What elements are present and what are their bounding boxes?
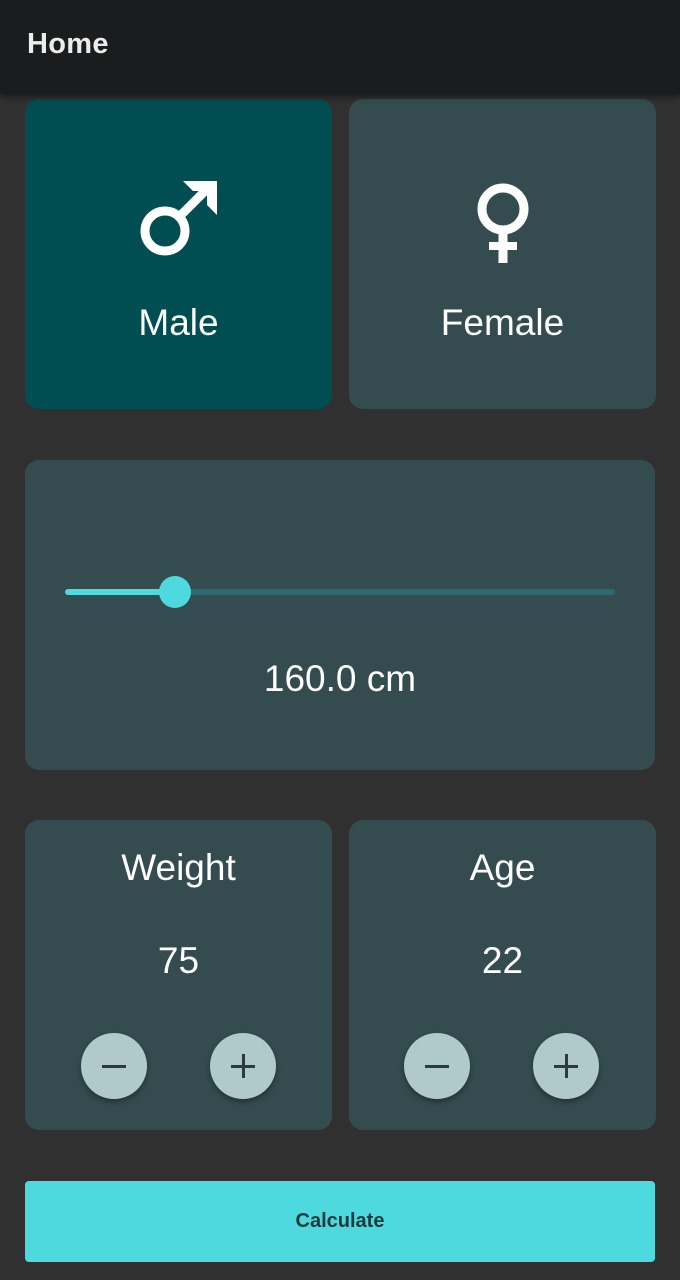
calculate-button[interactable]: Calculate [25,1181,655,1262]
weight-title: Weight [121,847,236,888]
weight-card: Weight 75 [25,820,332,1130]
age-increment-button[interactable] [533,1033,599,1099]
height-slider[interactable] [65,576,615,608]
male-icon [25,179,332,264]
weight-increment-button[interactable] [210,1033,276,1099]
app-bar: Home [0,0,680,94]
male-label: Male [138,302,219,343]
female-label: Female [440,302,565,343]
weight-value: 75 [157,940,200,981]
height-card: 160.0 cm [25,460,655,770]
age-value: 22 [481,940,524,981]
age-decrement-button[interactable] [404,1033,470,1099]
female-card[interactable]: Female [349,99,656,409]
female-icon [349,179,656,270]
page-title: Home [27,28,109,60]
age-card: Age 22 [349,820,656,1130]
weight-decrement-button[interactable] [81,1033,147,1099]
height-value: 160.0 cm [263,658,417,699]
calculate-label: Calculate [295,1210,385,1232]
male-card[interactable]: Male [25,99,332,409]
height-slider-thumb[interactable] [159,576,191,608]
age-title: Age [469,847,536,888]
